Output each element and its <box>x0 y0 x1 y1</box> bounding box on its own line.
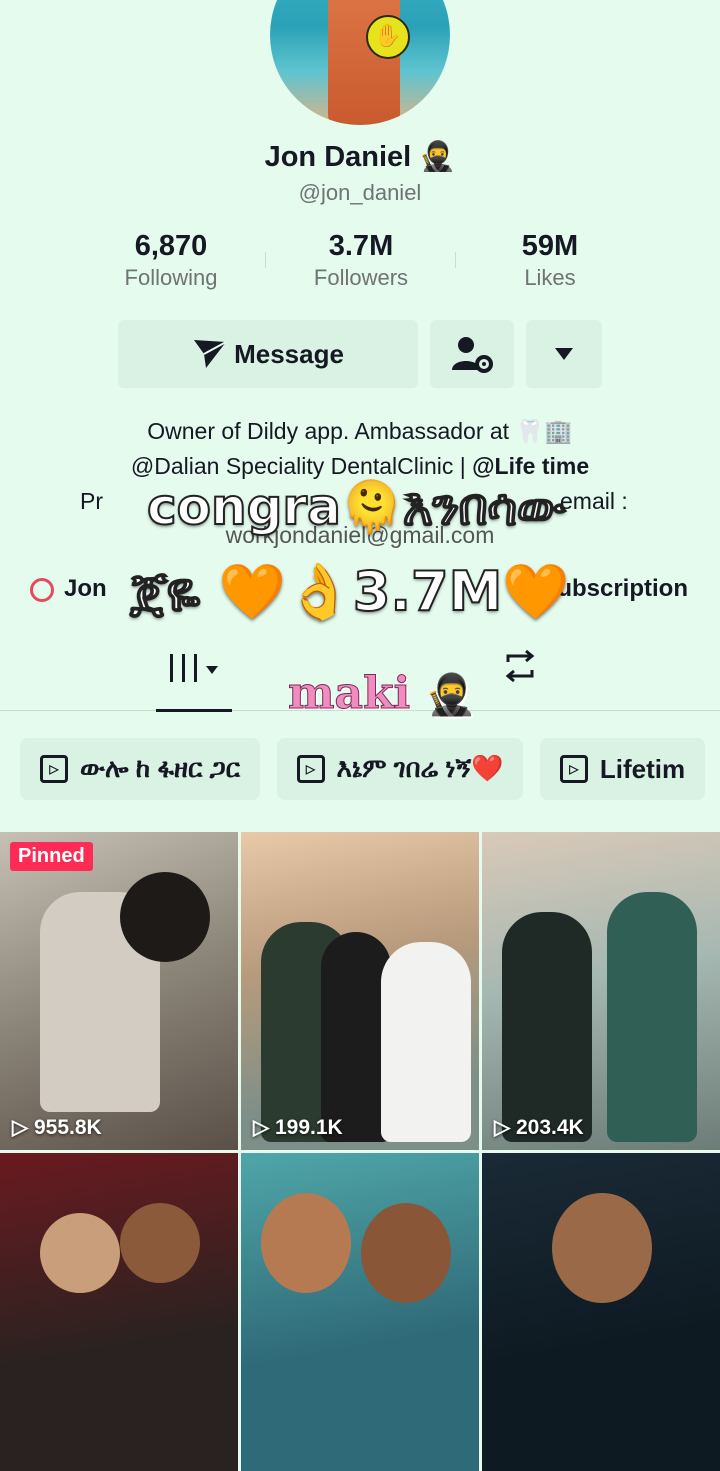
video-views: ▷ 199.1K <box>253 1116 343 1139</box>
ninja-sticker-icon: 🥷 <box>425 671 476 719</box>
stat-divider <box>455 252 456 268</box>
stat-likes-value: 59M <box>521 230 579 262</box>
message-button[interactable]: Message <box>118 320 418 388</box>
ninja-emoji-icon: 🥷 <box>419 141 456 173</box>
stat-following-value: 6,870 <box>134 230 208 262</box>
more-options-button[interactable] <box>526 320 602 388</box>
playlist-icon: ▷ <box>559 755 588 783</box>
video-tile[interactable] <box>0 1153 238 1471</box>
maki-sticker: maki 🥷 <box>287 668 476 720</box>
add-friend-gear-icon <box>452 337 493 373</box>
bio-line-2: @Dalian Speciality DentalClinic | @Life … <box>0 453 720 480</box>
playlist-icon: ▷ <box>296 755 325 783</box>
tab-videos[interactable] <box>156 650 232 712</box>
stat-following-label: Following <box>124 265 218 290</box>
bio-line-2-text: @Dalian Speciality DentalClinic | <box>130 453 473 479</box>
video-thumbnail-head <box>552 1193 652 1303</box>
profile-avatar[interactable]: ✋ <box>270 0 450 125</box>
playlist-chip[interactable]: ▷ እኔም ገበሬ ነኝ❤️ <box>276 738 524 800</box>
bio-line-1: Owner of Dildy app. Ambassador at 🦷🏢 <box>147 418 573 444</box>
video-thumbnail-figure <box>381 942 471 1142</box>
stat-followers[interactable]: 3.7M Followers <box>281 230 441 291</box>
playlist-icon: ▷ <box>40 755 68 783</box>
video-tile[interactable] <box>482 1153 720 1471</box>
profile-name-text: Jon Daniel <box>264 141 412 173</box>
send-icon <box>194 340 227 368</box>
stat-divider <box>265 252 266 268</box>
add-friend-button[interactable] <box>430 320 514 388</box>
avatar-badge-icon: ✋ <box>366 15 410 59</box>
playlist-chip[interactable]: ▷ Lifetim <box>539 738 706 800</box>
video-views-count: 199.1K <box>274 1116 343 1139</box>
video-thumbnail-head <box>261 1193 351 1293</box>
maki-sticker-text: maki <box>287 668 411 720</box>
video-tile[interactable]: ▷ 203.4K <box>482 832 720 1150</box>
video-views: ▷ 203.4K <box>494 1116 584 1139</box>
video-thumbnail-head <box>120 1203 200 1283</box>
playlist-label: Lifetim <box>599 753 686 784</box>
stat-likes[interactable]: 59M Likes <box>470 230 630 291</box>
pinned-badge: Pinned <box>10 842 93 871</box>
playlist-chip[interactable]: ▷ ውሎ ከ ፋዘር ጋር <box>20 738 261 800</box>
video-views: ▷ 955.8K <box>12 1116 102 1139</box>
message-label: Message <box>234 338 344 369</box>
tab-reposts[interactable] <box>500 648 540 693</box>
playlist-label: ውሎ ከ ፋዘር ጋር <box>80 753 241 783</box>
playlist-chips: ▷ ውሎ ከ ፋዘር ጋር ▷ እኔም ገበሬ ነኝ❤️ ▷ Lifetim <box>20 738 720 802</box>
profile-handle: @jon_daniel <box>298 180 422 205</box>
caret-down-icon <box>555 348 573 360</box>
video-tile[interactable] <box>241 1153 479 1471</box>
repost-icon <box>505 649 535 683</box>
playlist-label: እኔም ገበሬ ነኝ❤️ <box>336 753 504 783</box>
stat-followers-label: Followers <box>313 265 409 290</box>
video-views-count: 203.4K <box>515 1116 584 1139</box>
video-thumbnail-figure <box>502 912 592 1142</box>
profile-name: Jon Daniel 🥷 <box>0 140 720 174</box>
video-thumbnail-head <box>361 1203 451 1303</box>
bio-line-2-mention[interactable]: @Life time <box>472 453 589 479</box>
stat-following[interactable]: 6,870 Following <box>91 230 251 291</box>
video-thumbnail-figure <box>607 892 697 1142</box>
overlay-caption-line-2: ጀዬ 🧡👌3.7M🧡 <box>129 559 570 624</box>
video-thumbnail-head <box>40 1213 120 1293</box>
stat-followers-value: 3.7M <box>328 230 394 262</box>
overlay-caption-line-1: congra🫠እንበሳው <box>146 477 566 537</box>
tab-active-underline <box>156 709 232 712</box>
stat-likes-label: Likes <box>524 265 576 290</box>
video-tile[interactable]: Pinned ▷ 955.8K <box>0 832 238 1150</box>
video-thumbnail-head <box>120 872 210 962</box>
grid-videos-icon <box>170 654 218 682</box>
video-tile[interactable]: ▷ 199.1K <box>241 832 479 1150</box>
video-views-count: 955.8K <box>33 1116 102 1139</box>
